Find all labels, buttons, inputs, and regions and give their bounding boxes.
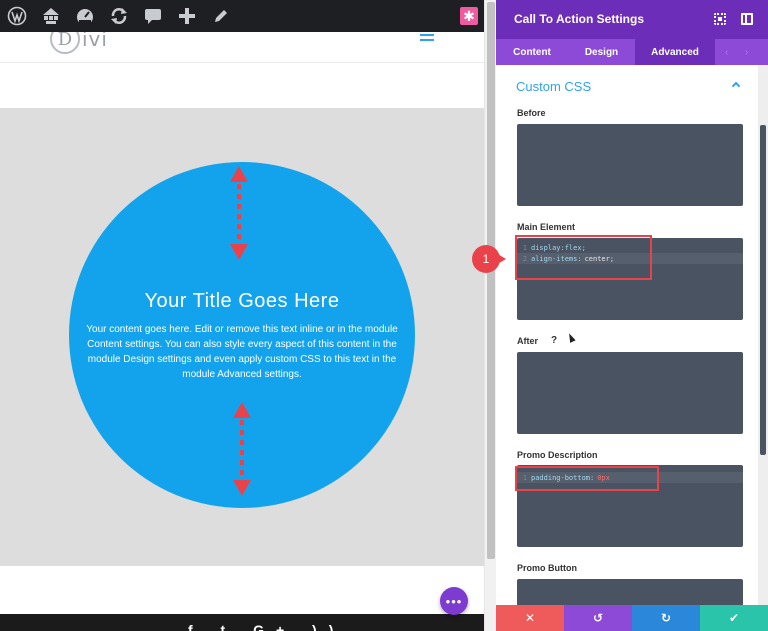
chevron-up-icon[interactable] [731,81,741,91]
main-element-highlight [515,235,652,280]
header-divider [0,62,484,63]
before-label: Before [517,108,546,118]
site-footer: f t G+ )) [0,614,484,631]
social-icons[interactable]: f t G+ )) [188,622,345,631]
mouse-cursor-icon [566,332,576,343]
tab-advanced[interactable]: Advanced [635,39,715,65]
preview-scrollbar-thumb[interactable] [487,2,495,559]
footer-spacer [0,566,484,614]
promo-button-css-editor[interactable] [517,579,743,605]
tab-overflow: ‹ › [715,39,768,65]
chevron-right-icon[interactable]: › [745,47,748,58]
tab-design[interactable]: Design [568,39,635,65]
cta-description[interactable]: Your content goes here. Edit or remove t… [81,322,403,382]
refresh-icon[interactable] [102,0,136,32]
wordpress-icon[interactable] [0,0,34,32]
custom-css-section-title[interactable]: Custom CSS [516,79,591,94]
promo-description-highlight [515,466,659,491]
wp-admin-bar: ✱ [0,0,484,32]
panel-tabs: Content Design Advanced ‹ › [496,39,768,65]
tab-content[interactable]: Content [496,39,568,65]
promo-description-label: Promo Description [517,450,598,460]
logo-text: ivi [82,32,108,51]
panel-scrollbar-thumb[interactable] [760,125,766,455]
annotation-marker: 1 [472,245,500,273]
panel-footer: ✕ ↺ ↻ ✔ [496,605,768,631]
promo-button-label: Promo Button [517,563,577,573]
dashboard-icon[interactable] [68,0,102,32]
comment-icon[interactable] [136,0,170,32]
main-element-label: Main Element [517,222,576,232]
vertical-arrow-icon-top [229,166,249,260]
check-icon[interactable]: ✔ [700,605,768,631]
star-icon[interactable]: ✱ [460,7,478,25]
panel-content: Custom CSS Before Main Element 1 display… [496,65,758,605]
builder-menu-button[interactable]: ••• [440,587,468,615]
panel-header: Call To Action Settings [496,0,768,39]
chevron-left-icon[interactable]: ‹ [725,47,728,58]
sitemap-icon[interactable] [34,0,68,32]
cta-section[interactable]: Your Title Goes Here Your content goes h… [0,108,484,566]
redo-icon[interactable]: ↻ [632,605,700,631]
edit-icon[interactable] [204,0,238,32]
undo-icon[interactable]: ↺ [564,605,632,631]
cta-title[interactable]: Your Title Goes Here [69,290,415,313]
plus-icon[interactable] [170,0,204,32]
close-icon[interactable]: ✕ [496,605,564,631]
fullscreen-icon[interactable] [714,13,726,25]
vertical-arrow-icon-bottom [232,402,252,496]
logo-mark: D [50,32,80,54]
after-css-editor[interactable] [517,352,743,434]
preview-scrollbar[interactable] [484,0,496,631]
after-label: After [517,336,539,346]
site-header: D ivi [0,32,484,62]
panel-title: Call To Action Settings [514,12,645,26]
page-preview: ✱ D ivi Your Title Goes Here Your conten… [0,0,484,631]
panel-scrollbar[interactable] [758,65,768,605]
help-icon[interactable]: ? [548,335,560,347]
before-css-editor[interactable] [517,124,743,206]
hamburger-menu-icon[interactable] [420,34,434,44]
sidebar-layout-icon[interactable] [741,13,753,25]
settings-panel: Call To Action Settings Content Design A… [496,0,768,631]
site-logo[interactable]: D ivi [50,32,108,54]
